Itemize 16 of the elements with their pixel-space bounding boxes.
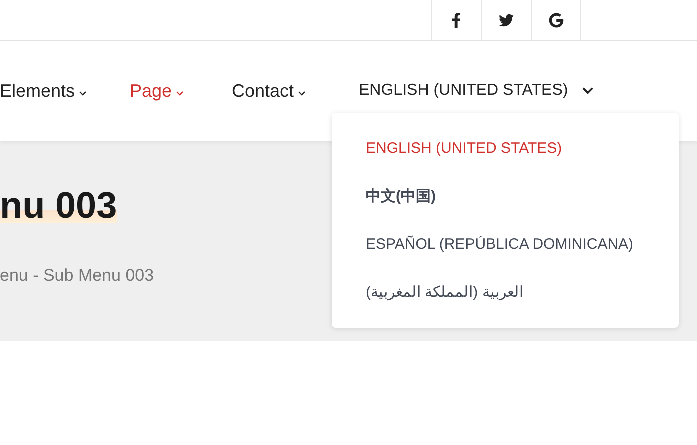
nav-link[interactable]: Elements [0, 78, 130, 104]
chevron-icon [176, 90, 184, 96]
language-option[interactable]: ENGLISH (UNITED STATES) [366, 138, 562, 160]
nav-link[interactable]: Contact [232, 78, 359, 104]
language-option[interactable]: ESPAÑOL (REPÚBLICA DOMINICANA) [366, 234, 634, 256]
twitter-icon [499, 12, 514, 28]
chevron-icon [582, 85, 594, 97]
language-dropdown[interactable]: ENGLISH (UNITED STATES) [359, 79, 594, 103]
chevron-icon [79, 90, 88, 96]
breadcrumb: enu - Sub Menu 003 [0, 265, 154, 287]
google-button[interactable] [531, 0, 581, 40]
google-icon [548, 12, 564, 28]
language-option[interactable]: 中文(中国) [366, 186, 436, 208]
language-option[interactable]: العربية (المملكة المغربية) [366, 282, 524, 304]
chevron-icon [298, 90, 306, 96]
nav-link[interactable]: Page [130, 78, 232, 104]
